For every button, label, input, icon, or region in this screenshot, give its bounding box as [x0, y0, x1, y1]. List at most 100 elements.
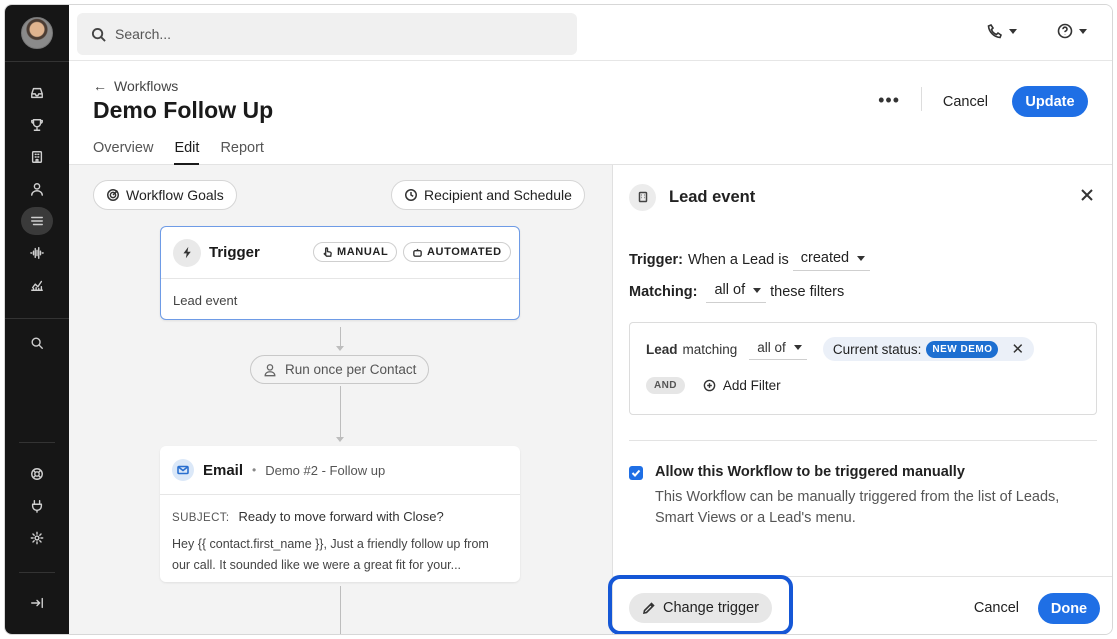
trigger-event-select[interactable]: created	[792, 248, 871, 271]
email-preview-line-1: Hey {{ contact.first_name }}, Just a fri…	[172, 537, 489, 551]
app-window: Search... ← Workflows Demo Follow Up Ove…	[4, 4, 1113, 635]
robot-icon	[413, 248, 422, 257]
phone-icon	[987, 24, 1002, 39]
panel-divider	[629, 440, 1097, 441]
sidebar-search-icon[interactable]	[21, 329, 53, 357]
automated-badge-label: AUTOMATED	[427, 246, 502, 258]
matching-row: Matching: all of these filters	[629, 280, 844, 303]
close-panel-button[interactable]	[1080, 188, 1096, 204]
email-step-card[interactable]: Email • Demo #2 - Follow up SUBJECT: Read…	[160, 446, 520, 582]
manual-trigger-checkbox[interactable]	[629, 466, 643, 480]
email-preview-line-2: our call. It sounded like we were a grea…	[172, 557, 462, 572]
add-filter-button[interactable]: Add Filter	[703, 378, 781, 393]
sidebar-divider	[5, 318, 69, 319]
connector-arrow	[336, 437, 344, 442]
sidebar-workflows-icon[interactable]	[21, 207, 53, 235]
user-avatar[interactable]	[21, 17, 53, 49]
back-to-workflows-link[interactable]: ← Workflows	[93, 78, 178, 94]
connector-line	[340, 386, 341, 438]
tab-edit[interactable]: Edit	[174, 140, 200, 165]
trigger-title: Trigger	[209, 244, 260, 261]
highlight-outline	[608, 575, 793, 634]
chevron-down-icon	[793, 345, 802, 350]
sidebar-person-icon[interactable]	[21, 175, 53, 203]
status-filter-chip[interactable]: Current status: NEW DEMO ✕	[822, 337, 1035, 361]
connector-arrow	[336, 634, 344, 635]
search-icon	[91, 27, 106, 42]
search-input[interactable]: Search...	[77, 13, 577, 55]
run-once-per-contact-pill[interactable]: Run once per Contact	[250, 355, 430, 384]
trigger-card[interactable]: Trigger MANUAL AUTOMATED Lead event	[160, 226, 520, 320]
page-title: Demo Follow Up	[93, 97, 274, 123]
phone-menu-button[interactable]	[987, 23, 1017, 39]
add-filter-label: Add Filter	[722, 378, 781, 393]
chevron-down-icon	[857, 255, 866, 261]
done-button[interactable]: Done	[1038, 593, 1100, 624]
panel-cancel-button[interactable]: Cancel	[974, 600, 1019, 616]
tab-report[interactable]: Report	[220, 140, 264, 165]
remove-filter-icon[interactable]: ✕	[1011, 340, 1024, 358]
matching-mode-select[interactable]: all of	[706, 280, 767, 303]
hand-pointer-icon	[323, 246, 332, 257]
tab-bar: Overview Edit Report	[93, 140, 264, 165]
status-badge: NEW DEMO	[926, 340, 999, 358]
email-template-name: Demo #2 - Follow up	[265, 462, 386, 478]
sidebar-trophy-icon[interactable]	[21, 111, 53, 139]
manual-trigger-label: Allow this Workflow to be triggered manu…	[655, 464, 965, 480]
help-question-icon	[1057, 23, 1073, 39]
recipient-schedule-label: Recipient and Schedule	[424, 187, 572, 203]
sidebar-divider	[19, 572, 55, 573]
separator-dot: •	[252, 463, 257, 477]
search-placeholder: Search...	[115, 26, 172, 42]
trigger-settings-panel: Lead event Trigger: When a Lead is creat…	[608, 165, 1112, 634]
trigger-text: When a Lead is	[687, 251, 789, 268]
trigger-row: Trigger: When a Lead is created	[629, 248, 874, 271]
lead-label: Lead	[646, 341, 678, 357]
header-divider	[921, 87, 922, 111]
automated-badge: AUTOMATED	[403, 242, 511, 262]
sidebar-building-icon[interactable]	[21, 143, 53, 171]
recipient-schedule-button[interactable]: Recipient and Schedule	[391, 180, 585, 210]
building-icon	[629, 183, 656, 211]
sidebar-inbox-icon[interactable]	[21, 79, 53, 107]
lightning-bolt-icon	[173, 238, 201, 267]
checkmark-icon	[631, 469, 641, 477]
sidebar-integrations-plug-icon[interactable]	[21, 492, 53, 520]
filter-mode-value: all of	[757, 340, 786, 355]
matching-mode-value: all of	[714, 282, 746, 298]
and-badge: AND	[646, 377, 685, 394]
sidebar-divider	[5, 61, 69, 62]
sidebar-help-lifebuoy-icon[interactable]	[21, 460, 53, 488]
trigger-event-value: created	[800, 250, 850, 266]
connector-line	[340, 327, 341, 348]
breadcrumb-label: Workflows	[114, 78, 179, 94]
connector-arrow	[336, 346, 344, 351]
help-menu-button[interactable]	[1057, 23, 1087, 39]
more-options-button[interactable]: •••	[878, 90, 900, 111]
tab-overview[interactable]: Overview	[93, 140, 153, 165]
matching-suffix: these filters	[770, 283, 845, 300]
filter-box: Lead matching all of Current status: NEW…	[629, 322, 1097, 415]
clock-icon	[405, 189, 417, 201]
run-once-label: Run once per Contact	[285, 362, 417, 377]
sidebar-reports-chart-icon[interactable]	[21, 271, 53, 299]
workflow-goals-label: Workflow Goals	[126, 187, 224, 203]
target-icon	[107, 189, 119, 201]
workflow-goals-button[interactable]: Workflow Goals	[93, 180, 237, 210]
update-button[interactable]: Update	[1012, 86, 1088, 117]
sidebar-expand-collapse-icon[interactable]	[21, 589, 53, 617]
header-cancel-button[interactable]: Cancel	[943, 94, 988, 110]
manual-badge: MANUAL	[313, 242, 398, 262]
trigger-label: Trigger:	[629, 251, 683, 268]
matching-text: matching	[682, 341, 738, 357]
chip-label: Current status:	[832, 341, 922, 357]
sidebar-settings-gear-icon[interactable]	[21, 524, 53, 552]
chevron-down-icon	[753, 287, 762, 293]
arrow-left-icon: ←	[93, 78, 107, 94]
panel-title: Lead event	[669, 187, 756, 206]
email-step-title: Email	[203, 461, 244, 479]
panel-footer: Change trigger Cancel Done	[608, 575, 1112, 634]
chevron-down-icon	[1009, 28, 1017, 34]
filter-mode-select[interactable]: all of	[749, 338, 807, 360]
sidebar-calls-waveform-icon[interactable]	[21, 239, 53, 267]
